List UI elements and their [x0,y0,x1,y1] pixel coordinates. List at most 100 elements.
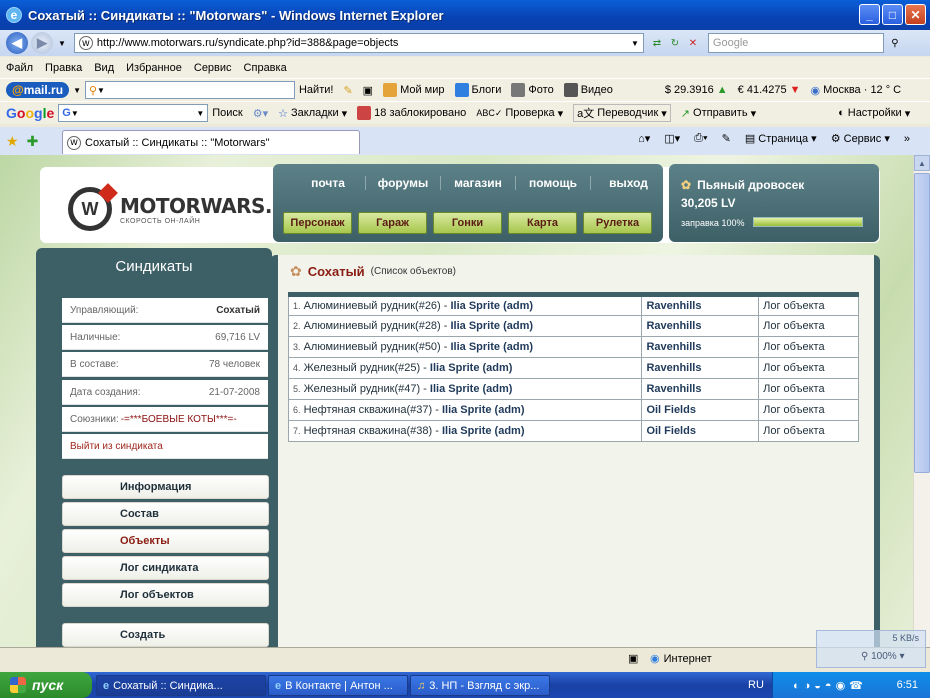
nav-help[interactable]: помощь [516,176,591,190]
nav-mail[interactable]: почта [291,176,366,190]
sidebar-item-syndicate-log[interactable]: Лог синдиката [62,556,269,580]
start-button[interactable]: пуск [0,672,92,698]
object-log-link[interactable]: Лог объекта [758,378,859,400]
taskbar-item-vkontakte[interactable]: eВ Контакте | Антон ... [268,675,408,696]
pen-icon[interactable]: ✎ [343,84,352,97]
rss-icon[interactable]: ◫▾ [664,132,680,145]
object-location[interactable]: Ravenhills [641,294,760,316]
sidebar-item-create[interactable]: Создать [62,623,269,647]
tools-menu[interactable]: ⚙ Сервис ▾ [831,132,890,145]
object-name[interactable]: Железный рудник(#47) - [304,383,427,395]
site-logo[interactable]: W MOTORWARS.RU СКОРОСТЬ ОН-ЛАЙН [68,187,303,231]
menu-favorites[interactable]: Избранное [126,62,182,74]
object-owner[interactable]: Ilia Sprite (adm) [430,362,513,374]
user-name-row[interactable]: ✿ Пьяный дровосек [681,178,804,192]
edit-icon[interactable]: ✎ [722,132,731,145]
object-location[interactable]: Ravenhills [641,378,760,400]
object-log-link[interactable]: Лог объекта [758,315,859,337]
mailru-search-input[interactable]: ⚲ ▼ [84,81,295,99]
object-log-link[interactable]: Лог объекта [758,294,859,316]
object-owner[interactable]: Ilia Sprite (adm) [451,341,534,353]
zoom-overlay[interactable]: 5 KB/s ⚲ 100% ▾ [816,630,926,668]
page-menu[interactable]: ▤ Страница ▾ [745,132,817,145]
history-dropdown-icon[interactable]: ▼ [58,39,66,48]
window-titlebar[interactable]: e Сохатый :: Синдикаты :: "Motorwars" - … [0,0,930,30]
menu-edit[interactable]: Правка [45,62,82,74]
send-button[interactable]: ↗ Отправить ▾ [681,107,756,120]
spellcheck-button[interactable]: ABC✓ Проверка ▾ [476,107,563,120]
object-location[interactable]: Oil Fields [641,420,760,442]
menu-file[interactable]: Файл [6,62,33,74]
object-name[interactable]: Нефтяная скважина(#37) - [304,404,439,416]
object-location[interactable]: Ravenhills [641,336,760,358]
nav-forums[interactable]: форумы [366,176,441,190]
bookmarks-button[interactable]: ☆ Закладки ▾ [278,107,347,120]
garage-button[interactable]: Гараж [358,212,427,234]
object-owner[interactable]: Ilia Sprite (adm) [451,320,534,332]
scroll-up-icon[interactable]: ▲ [914,155,930,171]
object-name[interactable]: Алюминиевый рудник(#28) - [304,320,448,332]
back-button[interactable]: ◀ [6,32,28,54]
find-button[interactable]: Найти! [299,84,333,96]
vertical-scrollbar[interactable]: ▲ [913,155,930,647]
minimize-button[interactable]: _ [859,4,880,25]
menu-view[interactable]: Вид [94,62,114,74]
object-owner[interactable]: Ilia Sprite (adm) [442,404,525,416]
object-name[interactable]: Алюминиевый рудник(#50) - [304,341,448,353]
menu-help[interactable]: Справка [244,62,287,74]
more-icon[interactable]: » [904,133,910,145]
races-button[interactable]: Гонки [433,212,502,234]
forward-button[interactable]: ▶ [31,32,53,54]
print-icon[interactable]: ⎙▾ [694,132,707,145]
google-search-button[interactable]: Поиск [212,107,242,119]
search-icon[interactable]: ⚲ [888,36,902,50]
taskbar-item-np[interactable]: ♫ 3. НП - Взгляд с экр... [410,675,550,696]
compat-view-icon[interactable]: ⇄ [650,36,664,50]
mailru-dropdown-icon[interactable]: ▼ [73,86,81,95]
sidebar-item-members[interactable]: Состав [62,502,269,526]
zoom-level[interactable]: ⚲ 100% ▾ [861,651,905,662]
object-owner[interactable]: Ilia Sprite (adm) [442,425,525,437]
translate-button[interactable]: a文 Переводчик ▾ [573,104,671,122]
manager-value[interactable]: Сохатый [216,305,260,316]
exit-syndicate-link[interactable]: Выйти из синдиката [62,434,268,459]
favorites-star-icon[interactable]: ★ [6,133,19,150]
ally-link[interactable]: -=***БОЕВЫЕ КОТЫ***=- [121,414,237,425]
object-name[interactable]: Нефтяная скважина(#38) - [304,425,439,437]
mymir-link[interactable]: Мой мир [383,83,445,97]
sidebar-item-objects[interactable]: Объекты [62,529,269,553]
character-button[interactable]: Персонаж [283,212,352,234]
roulette-button[interactable]: Рулетка [583,212,652,234]
object-location[interactable]: Ravenhills [641,315,760,337]
nav-shop[interactable]: магазин [441,176,516,190]
puzzle-icon[interactable]: ⚙▾ [253,107,268,120]
google-search-input[interactable]: G ▼ ▼ [58,104,209,122]
add-favorites-icon[interactable]: ✚ [27,133,39,150]
popup-blocker[interactable]: 18 заблокировано [357,106,466,120]
blogs-link[interactable]: Блоги [454,83,501,97]
object-location[interactable]: Ravenhills [641,357,760,379]
search-input[interactable]: Google [707,33,884,53]
home-icon[interactable]: ⌂▾ [638,132,650,145]
object-name[interactable]: Железный рудник(#25) - [304,362,427,374]
language-indicator[interactable]: RU [748,679,764,691]
object-name[interactable]: Алюминиевый рудник(#26) - [304,300,448,312]
object-location[interactable]: Oil Fields [641,399,760,421]
object-log-link[interactable]: Лог объекта [758,399,859,421]
mailru-logo[interactable]: @mail.ru [6,82,70,98]
object-owner[interactable]: Ilia Sprite (adm) [451,300,534,312]
stop-icon[interactable]: ✕ [686,36,700,50]
weather[interactable]: ◉ Москва · 12 ° C [811,84,902,97]
object-owner[interactable]: Ilia Sprite (adm) [430,383,513,395]
object-log-link[interactable]: Лог объекта [758,336,859,358]
refresh-icon[interactable]: ↻ [668,36,682,50]
menu-tools[interactable]: Сервис [194,62,232,74]
object-log-link[interactable]: Лог объекта [758,357,859,379]
object-log-link[interactable]: Лог объекта [758,420,859,442]
photo-link[interactable]: Фото [511,83,554,97]
taskbar-item-motorwars[interactable]: e Сохатый :: Синдика... [96,675,266,696]
sidebar-item-info[interactable]: Информация [62,475,269,499]
address-bar[interactable]: w http://www.motorwars.ru/syndicate.php?… [73,33,644,53]
scroll-thumb[interactable] [914,173,930,473]
tab-current[interactable]: w Сохатый :: Синдикаты :: "Motorwars" [62,130,360,154]
